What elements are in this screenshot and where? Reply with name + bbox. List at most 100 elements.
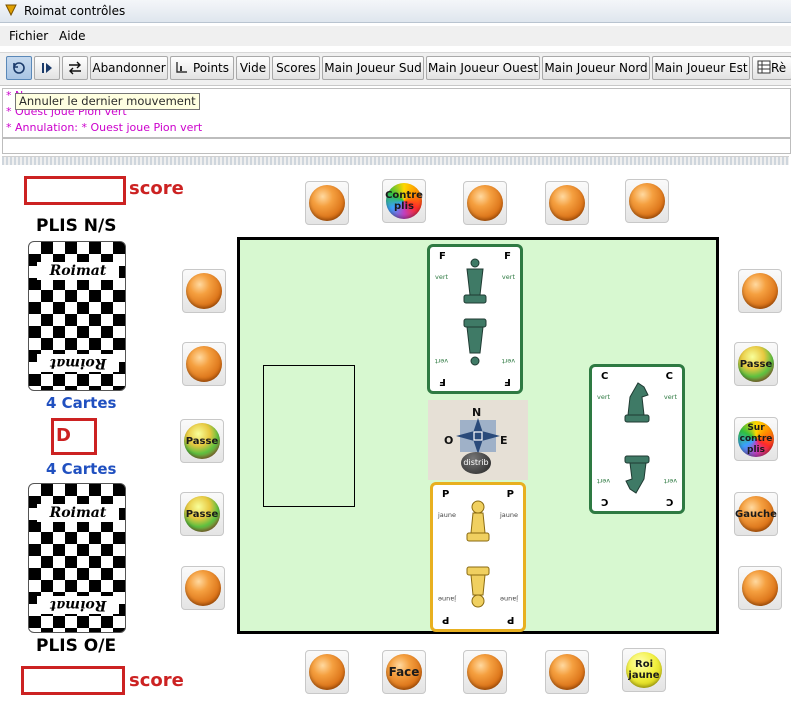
points-icon: [176, 62, 187, 73]
points-button[interactable]: Points: [170, 56, 234, 80]
title-bar: Roimat contrôles: [0, 0, 791, 23]
west-passe-button-1[interactable]: Passe: [180, 419, 224, 463]
card-rank: F: [504, 376, 511, 387]
card-color: jaune: [438, 511, 457, 519]
pawn-piece-icon: [466, 500, 490, 608]
splitter-handle[interactable]: [2, 156, 789, 165]
compass-east: E: [500, 434, 508, 447]
west-passe-button-2[interactable]: Passe: [180, 492, 224, 536]
south-slot-4-button[interactable]: [545, 650, 589, 694]
card-rank: P: [442, 489, 450, 500]
vide-button[interactable]: Vide: [236, 56, 270, 80]
distrib-button[interactable]: distrib: [461, 452, 491, 474]
undo-icon: [13, 62, 25, 74]
sur-contre-plis-label: Sur contre plis: [739, 422, 773, 455]
east-slot-5-button[interactable]: [738, 566, 782, 610]
menu-aide[interactable]: Aide: [59, 29, 86, 43]
west-slot-5-button[interactable]: [181, 566, 225, 610]
score-oe-label: score: [129, 670, 184, 691]
card-color: jaune: [438, 595, 457, 603]
regles-label: Rè: [771, 61, 787, 75]
card-rank: F: [439, 376, 446, 387]
north-played-card[interactable]: F F vert vert vert vert F F: [427, 244, 523, 394]
card-color: vert: [663, 393, 677, 401]
card-color: vert: [501, 273, 515, 281]
plis-oe-label: PLIS O/E: [36, 636, 117, 656]
deck-ns: Roimat Roimat: [28, 241, 126, 391]
queen-piece-icon: [463, 258, 487, 366]
contre-plis-button[interactable]: Contre plis: [382, 179, 426, 223]
north-slot-3-button[interactable]: [463, 181, 507, 225]
main-joueur-sud-button[interactable]: Main Joueur Sud: [322, 56, 424, 80]
passe-label: Passe: [739, 358, 773, 370]
card-rank: P: [506, 614, 514, 625]
card-color: jaune: [499, 595, 518, 603]
deck-brand: Roimat: [37, 504, 119, 522]
west-slot-1-button[interactable]: [182, 269, 226, 313]
passe-label: Passe: [185, 435, 219, 447]
card-color: vert: [597, 477, 611, 485]
window-title: Roimat contrôles: [24, 4, 126, 18]
main-joueur-est-button[interactable]: Main Joueur Est: [652, 56, 750, 80]
swap-button[interactable]: [62, 56, 88, 80]
log-line: * Annulation: * Ouest joue Pion vert: [6, 121, 203, 134]
abandonner-button[interactable]: Abandonner: [90, 56, 168, 80]
card-rank: C: [665, 496, 673, 507]
step-forward-button[interactable]: [34, 56, 60, 80]
score-oe-box: [21, 666, 125, 695]
cartes-count-oe: 4 Cartes: [46, 460, 117, 478]
compass-west: O: [444, 434, 454, 447]
card-color: vert: [501, 357, 515, 365]
scores-button[interactable]: Scores: [272, 56, 320, 80]
card-color: jaune: [499, 511, 518, 519]
score-ns-label: score: [129, 178, 184, 199]
main-joueur-ouest-button[interactable]: Main Joueur Ouest: [426, 56, 540, 80]
undo-button[interactable]: [6, 56, 32, 80]
roi-jaune-label: Roi jaune: [628, 659, 660, 681]
face-button[interactable]: Face: [382, 650, 426, 694]
east-played-card[interactable]: C C vert vert vert vert C C: [589, 364, 685, 514]
deck-oe: Roimat Roimat: [28, 483, 126, 633]
face-label: Face: [388, 664, 420, 679]
card-rank: P: [442, 614, 450, 625]
west-slot-2-button[interactable]: [182, 342, 226, 386]
menu-fichier[interactable]: Fichier: [9, 29, 48, 43]
deck-brand-inverted: Roimat: [37, 354, 119, 372]
deck-brand-inverted: Roimat: [37, 596, 119, 614]
points-label: Points: [192, 61, 230, 75]
east-passe-button[interactable]: Passe: [734, 342, 778, 386]
score-ns-box: [24, 176, 126, 205]
menu-bar: Fichier Aide: [0, 26, 791, 46]
sur-contre-plis-button[interactable]: Sur contre plis: [734, 417, 778, 461]
card-color: vert: [435, 273, 449, 281]
gauche-button[interactable]: Gauche: [734, 492, 778, 536]
card-rank: C: [601, 496, 609, 507]
compass-rose-icon: [456, 418, 500, 454]
undo-tooltip: Annuler le dernier mouvement: [15, 93, 200, 110]
app-icon: [5, 4, 17, 17]
card-rank: F: [439, 251, 446, 262]
south-slot-1-button[interactable]: [305, 650, 349, 694]
card-color: vert: [435, 357, 449, 365]
south-played-card[interactable]: P P jaune jaune jaune jaune P P: [430, 482, 526, 632]
cartes-count-ns: 4 Cartes: [46, 394, 117, 412]
card-rank: F: [504, 251, 511, 262]
main-joueur-nord-button[interactable]: Main Joueur Nord: [542, 56, 650, 80]
regles-button[interactable]: Rè: [752, 56, 791, 80]
east-slot-1-button[interactable]: [738, 269, 782, 313]
card-rank: P: [506, 489, 514, 500]
south-slot-3-button[interactable]: [463, 650, 507, 694]
north-slot-5-button[interactable]: [625, 179, 669, 223]
toolbar: Abandonner Points Vide Scores Main Joueu…: [0, 52, 791, 86]
west-card-slot[interactable]: [263, 365, 355, 507]
passe-label: Passe: [185, 508, 219, 520]
status-bar: [2, 138, 791, 154]
north-slot-4-button[interactable]: [545, 181, 589, 225]
knight-piece-icon: [624, 382, 650, 494]
roi-jaune-button[interactable]: Roi jaune: [622, 648, 666, 692]
plis-ns-label: PLIS N/S: [36, 216, 117, 236]
contre-plis-label: Contre plis: [385, 190, 423, 212]
deck-brand: Roimat: [37, 262, 119, 280]
north-slot-1-button[interactable]: [305, 181, 349, 225]
card-color: vert: [597, 393, 611, 401]
